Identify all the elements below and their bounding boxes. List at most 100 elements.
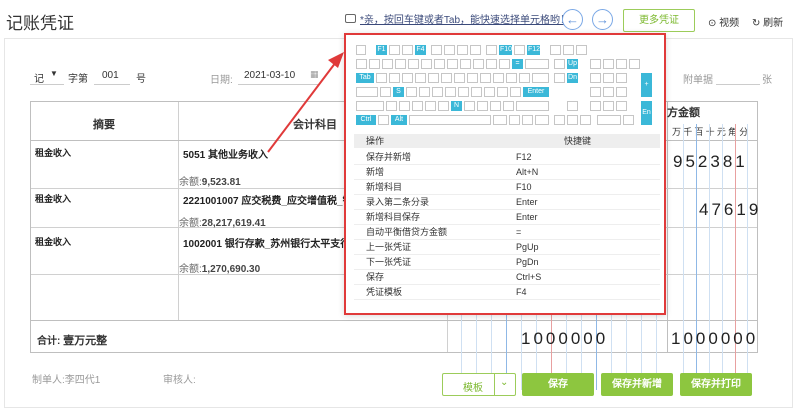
- row1-balance: 余额:9,523.81: [179, 173, 241, 188]
- unit: 角: [728, 127, 740, 137]
- total-text: 壹万元整: [63, 335, 108, 347]
- template-label: 模板: [463, 383, 483, 394]
- shortcut-key: Enter: [516, 197, 538, 207]
- key-pgup: Up: [567, 59, 578, 69]
- save-button[interactable]: 保存: [522, 373, 594, 396]
- unit: 万: [672, 127, 684, 137]
- balance-label: 余额:: [179, 218, 202, 229]
- shortcut-row: 凭证模板 F4: [354, 285, 660, 300]
- shortcut-action: 自动平衡借贷方金额: [366, 227, 448, 237]
- caret-down-icon: ▼: [50, 69, 58, 78]
- maker: 制单人:李四代1: [32, 371, 100, 386]
- shortcut-action: 凭证模板: [366, 287, 403, 297]
- maker-label: 制单人:: [32, 375, 65, 386]
- arrow-right-icon: →: [596, 12, 609, 27]
- shortcut-row: 新增科目 F10: [354, 180, 660, 195]
- next-voucher-button[interactable]: →: [592, 9, 613, 30]
- shortcut-hint-link[interactable]: *亲，按回车键或者Tab，能快速选择单元格哟！*: [360, 11, 574, 26]
- key-s: S: [393, 87, 404, 97]
- word-label: 字第: [68, 74, 88, 85]
- shortcut-action: 下一张凭证: [366, 257, 412, 267]
- row3-balance: 余额:1,270,690.30: [179, 260, 260, 275]
- chevron-down-icon: ⌄: [500, 377, 509, 388]
- key-numpad-enter: En: [641, 101, 652, 125]
- shortcut-key: F4: [516, 287, 527, 297]
- total-credit: 1000000: [671, 329, 759, 348]
- keyboard-diagram: F1 F4 F10 F12 = Up Tab Dn + S Enter N En…: [354, 43, 660, 127]
- shortcut-action: 录入第二条分录: [366, 197, 430, 207]
- key-plus: +: [641, 73, 652, 97]
- shortcut-action: 保存并新增: [366, 152, 412, 162]
- key-f10: F10: [499, 45, 513, 55]
- shortcut-row: 保存 Ctrl+S: [354, 270, 660, 285]
- word-type-select[interactable]: 记 ▼: [30, 68, 64, 85]
- key-f12: F12: [527, 45, 541, 55]
- shortcut-popup: F1 F4 F10 F12 = Up Tab Dn + S Enter N En…: [344, 33, 666, 315]
- refresh-icon: ↻: [752, 18, 764, 29]
- total-label: 合计: 壹万元整: [37, 332, 107, 348]
- date-label: 日期:: [210, 75, 233, 86]
- refresh-button[interactable]: ↻ 刷新: [752, 14, 783, 29]
- unit: 十: [705, 127, 717, 137]
- save-new-button[interactable]: 保存并新增: [601, 373, 673, 396]
- col-credit-header: 方金额: [667, 107, 700, 119]
- balance-value: 28,217,619.41: [201, 218, 266, 229]
- page-title: 记账凭证: [6, 14, 74, 33]
- refresh-label: 刷新: [763, 18, 784, 29]
- shortcut-action: 新增: [366, 167, 385, 177]
- col-summary-header: 摘要: [93, 119, 115, 131]
- shortcut-action: 保存: [366, 272, 385, 282]
- save-print-button[interactable]: 保存并打印: [680, 373, 752, 396]
- shortcut-key: PgDn: [516, 257, 539, 267]
- row2-balance: 余额:28,217,619.41: [179, 214, 266, 229]
- row1-credit[interactable]: 952381: [673, 152, 748, 172]
- key-pgdn: Dn: [567, 73, 578, 83]
- maker-value: 李四代1: [64, 375, 101, 386]
- play-icon: ⊙: [708, 18, 720, 29]
- keyboard-icon[interactable]: [345, 14, 356, 23]
- shortcut-action: 上一张凭证: [366, 242, 412, 252]
- attachments-input[interactable]: [716, 68, 760, 85]
- col-shortcut-header: 快捷键: [564, 136, 592, 146]
- auditor-label: 审核人:: [163, 375, 196, 386]
- unit: 千: [683, 127, 695, 137]
- voucher-number-value: 001: [102, 70, 119, 81]
- total-debit: 1000000: [521, 329, 609, 348]
- balance-label: 余额:: [179, 177, 202, 188]
- shortcut-table-header: 操作 快捷键: [354, 134, 660, 148]
- prev-voucher-button[interactable]: ←: [562, 9, 583, 30]
- total-label-text: 合计:: [37, 336, 61, 347]
- row2-summary[interactable]: 租金收入: [35, 192, 71, 205]
- balance-value: 1,270,690.30: [201, 264, 261, 275]
- shortcut-key: F10: [516, 182, 532, 192]
- video-button[interactable]: ⊙ 视频: [708, 14, 739, 29]
- shortcut-key: Alt+N: [516, 167, 539, 177]
- divider: [494, 374, 495, 395]
- key-n: N: [451, 101, 462, 111]
- shortcut-action: 新增科目: [366, 182, 403, 192]
- attachments-unit: 张: [762, 75, 772, 86]
- key-f4: F4: [415, 45, 426, 55]
- unit: 分: [739, 127, 751, 137]
- row2-account[interactable]: 2221001007 应交税费_应交增值税_销项: [183, 192, 353, 207]
- key-ctrl: Ctrl: [356, 115, 376, 125]
- shortcut-row: 上一张凭证 PgUp: [354, 240, 660, 255]
- shortcut-key: Enter: [516, 212, 538, 222]
- key-f1: F1: [376, 45, 387, 55]
- template-select[interactable]: 模板 ⌄: [442, 373, 516, 396]
- more-vouchers-button[interactable]: 更多凭证: [623, 9, 695, 32]
- row2-credit[interactable]: 47619: [699, 200, 761, 220]
- row1-summary[interactable]: 租金收入: [35, 146, 71, 159]
- row3-summary[interactable]: 租金收入: [35, 235, 71, 248]
- col-action-header: 操作: [366, 136, 385, 146]
- key-equals: =: [512, 59, 523, 69]
- row3-account[interactable]: 1002001 银行存款_苏州银行太平支行: [183, 235, 353, 250]
- key-alt: Alt: [391, 115, 407, 125]
- balance-value: 9,523.81: [201, 177, 241, 188]
- voucher-number-input[interactable]: 001: [94, 68, 130, 85]
- key-enter: Enter: [523, 87, 549, 97]
- row1-account[interactable]: 5051 其他业务收入: [183, 146, 268, 161]
- shortcut-row: 新增 Alt+N: [354, 165, 660, 180]
- balance-label: 余额:: [179, 264, 202, 275]
- shortcut-row: 新增科目保存 Enter: [354, 210, 660, 225]
